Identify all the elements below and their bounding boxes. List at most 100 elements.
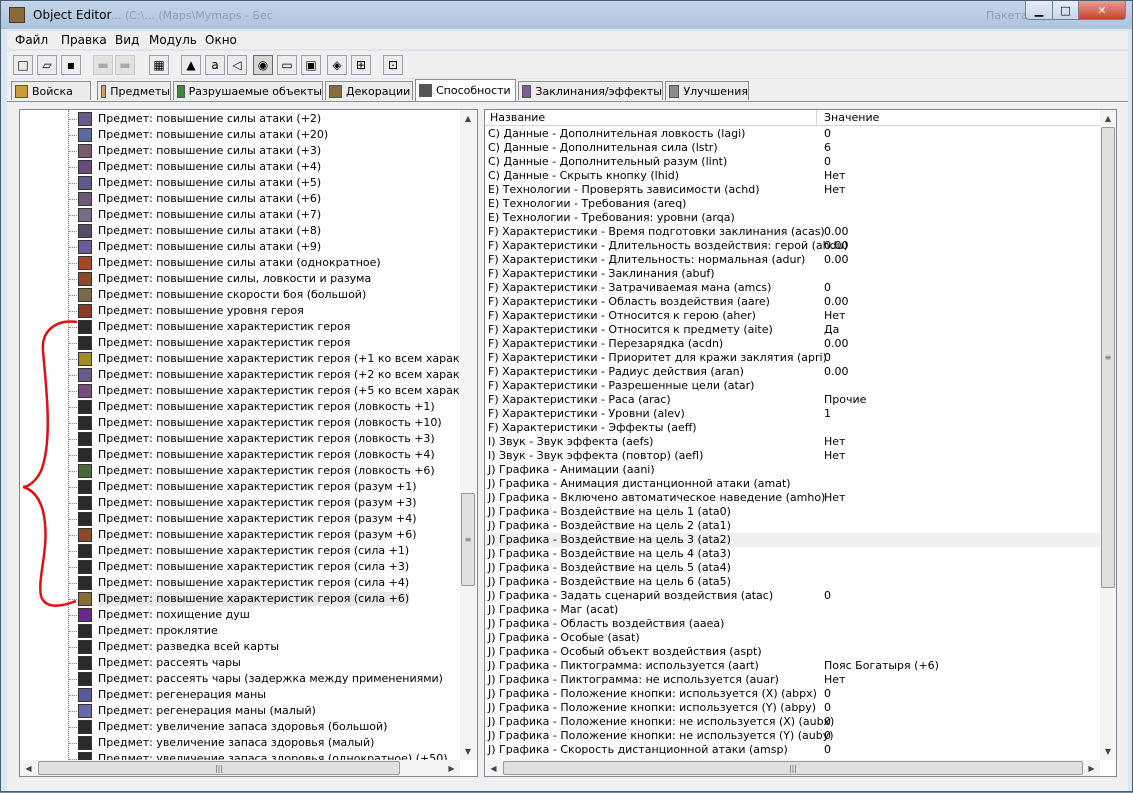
grid-row[interactable]: J) Графика - Воздействие на цель 2 (ata1… (485, 519, 1100, 533)
tree-item[interactable]: Предмет: рассеять чары (задержка между п… (20, 671, 460, 687)
grid-row[interactable]: F) Характеристики - Перезарядка (acdn) 0.… (485, 337, 1100, 351)
sound-icon[interactable]: ◁ (227, 55, 247, 75)
minimize-button[interactable]: ▁ (1025, 1, 1053, 20)
grid-row[interactable]: E) Технологии - Требования: уровни (arqa… (485, 211, 1100, 225)
tree-item[interactable]: Предмет: повышение силы атаки (+9) (20, 239, 460, 255)
tree-item[interactable]: Предмет: повышение характеристик героя (… (20, 367, 460, 383)
property-value[interactable]: 0.00 (824, 365, 849, 379)
tree-item[interactable]: Предмет: разведка всей карты (20, 639, 460, 655)
grid-row[interactable]: J) Графика - Положение кнопки: не исполь… (485, 729, 1100, 743)
property-value[interactable]: Пояс Богатыря (+6) (824, 659, 939, 673)
property-value[interactable]: 0 (824, 589, 831, 603)
grid-row[interactable]: J) Графика - Положение кнопки: используе… (485, 687, 1100, 701)
destructible-icon[interactable]: ▣ (301, 55, 321, 75)
copy-icon[interactable]: ▬ (93, 55, 113, 75)
property-value[interactable]: 0.00 (824, 295, 849, 309)
property-value[interactable]: 0 (824, 127, 831, 141)
tree-item[interactable]: Предмет: повышение характеристик героя (… (20, 559, 460, 575)
property-value[interactable]: 0 (824, 155, 831, 169)
tree-item[interactable]: Предмет: повышение характеристик героя (… (20, 591, 460, 607)
tree-item[interactable]: Предмет: повышение характеристик героя (… (20, 447, 460, 463)
tree-item[interactable]: Предмет: повышение характеристик героя (… (20, 399, 460, 415)
grid-row[interactable]: C) Данные - Дополнительный разум (lint) 0 (485, 155, 1100, 169)
grid-row[interactable]: J) Графика - Пиктограмма: не используетс… (485, 673, 1100, 687)
grid-row[interactable]: C) Данные - Дополнительная сила (lstr) 6 (485, 141, 1100, 155)
grid-row[interactable]: F) Характеристики - Время подготовки зак… (485, 225, 1100, 239)
grid-row[interactable]: C) Данные - Дополнительная ловкость (lag… (485, 127, 1100, 141)
menu-item-0[interactable]: Файл (15, 33, 48, 47)
tree-item[interactable]: Предмет: регенерация маны (20, 687, 460, 703)
grid-row[interactable]: J) Графика - Скорость дистанционной атак… (485, 743, 1100, 757)
grid-row[interactable]: J) Графика - Область воздействия (aaea) (485, 617, 1100, 631)
tree-item[interactable]: Предмет: повышение характеристик героя (… (20, 527, 460, 543)
tree-item[interactable]: Предмет: увеличение запаса здоровья (мал… (20, 735, 460, 751)
property-value[interactable]: Нет (824, 169, 845, 183)
grid-row[interactable]: F) Характеристики - Разрешенные цели (at… (485, 379, 1100, 393)
property-value[interactable]: 0.00 (824, 337, 849, 351)
tree-item[interactable]: Предмет: повышение силы атаки (+3) (20, 143, 460, 159)
import-icon[interactable]: ⊞ (351, 55, 371, 75)
tree-item[interactable]: Предмет: повышение характеристик героя (… (20, 575, 460, 591)
tree-item[interactable]: Предмет: повышение силы атаки (+5) (20, 175, 460, 191)
menu-item-4[interactable]: Окно (205, 33, 237, 47)
property-value[interactable]: 0 (824, 715, 831, 729)
tree-hscroll-thumb[interactable]: ||| (38, 761, 400, 775)
tab-3[interactable]: Декорации (325, 81, 413, 100)
grid-row[interactable]: F) Характеристики - Заклинания (abuf) (485, 267, 1100, 281)
grid-row[interactable]: J) Графика - Пиктограмма: используется (… (485, 659, 1100, 673)
property-value[interactable]: 0 (824, 351, 831, 365)
units-icon[interactable]: ▦ (149, 55, 169, 75)
property-value[interactable]: Нет (824, 673, 845, 687)
tree-horizontal-scrollbar[interactable]: ◀ ||| ▶ (20, 760, 460, 776)
property-value[interactable]: 0 (824, 729, 831, 743)
menu-item-1[interactable]: Правка (61, 33, 107, 47)
paste-icon[interactable]: ▬ (115, 55, 135, 75)
grid-row[interactable]: J) Графика - Положение кнопки: используе… (485, 701, 1100, 715)
property-value[interactable]: 0 (824, 687, 831, 701)
property-value[interactable]: 0 (824, 281, 831, 295)
grid-row[interactable]: F) Характеристики - Область воздействия … (485, 295, 1100, 309)
tree-item[interactable]: Предмет: повышение характеристик героя (… (20, 431, 460, 447)
property-value[interactable]: 0.00 (824, 225, 849, 239)
save-icon[interactable]: ▪ (61, 55, 81, 75)
grid-row[interactable]: J) Графика - Анимации (aani) (485, 463, 1100, 477)
grid-row[interactable]: J) Графика - Анимация дистанционной атак… (485, 477, 1100, 491)
grid-horizontal-scrollbar[interactable]: ◀ ||| ▶ (485, 760, 1100, 776)
tree-item[interactable]: Предмет: повышение силы атаки (+2) (20, 111, 460, 127)
grid-row[interactable]: F) Характеристики - Относится к предмету… (485, 323, 1100, 337)
tree-scroll-thumb[interactable]: ≡ (461, 493, 475, 586)
grid-row[interactable]: I) Звук - Звук эффекта (повтор) (aefl) Не… (485, 449, 1100, 463)
new-file-icon[interactable]: □ (13, 55, 33, 75)
tab-1[interactable]: Предметы (97, 81, 171, 100)
grid-row[interactable]: J) Графика - Воздействие на цель 3 (ata2… (485, 533, 1100, 547)
property-value[interactable]: 0.00 (824, 253, 849, 267)
property-value[interactable]: Нет (824, 435, 845, 449)
tree-item[interactable]: Предмет: повышение силы, ловкости и разу… (20, 271, 460, 287)
property-value[interactable]: Прочие (824, 393, 866, 407)
maximize-button[interactable]: □ (1052, 1, 1079, 20)
grid-row[interactable]: F) Характеристики - Радиус действия (ara… (485, 365, 1100, 379)
tree-item[interactable]: Предмет: повышение силы атаки (+8) (20, 223, 460, 239)
property-value[interactable]: 6 (824, 141, 831, 155)
object-tree[interactable]: Предмет: повышение силы атаки (+2) Предме… (20, 110, 460, 760)
property-value[interactable]: Нет (824, 449, 845, 463)
tree-item[interactable]: Предмет: повышение силы атаки (+6) (20, 191, 460, 207)
scroll-left-arrow-icon[interactable]: ◀ (20, 760, 37, 776)
grid-row[interactable]: C) Данные - Скрыть кнопку (lhid) Нет (485, 169, 1100, 183)
tree-item[interactable]: Предмет: повышение силы атаки (+4) (20, 159, 460, 175)
menu-item-2[interactable]: Вид (115, 33, 139, 47)
tree-vertical-scrollbar[interactable]: ▲ ≡ ▼ (460, 110, 477, 760)
tree-item[interactable]: Предмет: повышение характеристик героя (… (20, 351, 460, 367)
grid-row[interactable]: F) Характеристики - Относится к герою (a… (485, 309, 1100, 323)
grid-row[interactable]: J) Графика - Воздействие на цель 5 (ata4… (485, 561, 1100, 575)
grid-row[interactable]: J) Графика - Воздействие на цель 1 (ata0… (485, 505, 1100, 519)
title-bar[interactable]: Object Editor ... (C:\... (Maps\Mymaps -… (1, 1, 1132, 29)
menu-item-3[interactable]: Модуль (149, 33, 197, 47)
property-value[interactable]: 0.00 (824, 239, 849, 253)
doodad-icon[interactable]: ◈ (327, 55, 347, 75)
grid-row[interactable]: J) Графика - Задать сценарий воздействия… (485, 589, 1100, 603)
grid-row[interactable]: J) Графика - Включено автоматическое нав… (485, 491, 1100, 505)
scroll-right-arrow-icon[interactable]: ▶ (443, 760, 460, 776)
column-header-name[interactable]: Название (490, 111, 545, 124)
tree-item[interactable]: Предмет: похищение душ (20, 607, 460, 623)
